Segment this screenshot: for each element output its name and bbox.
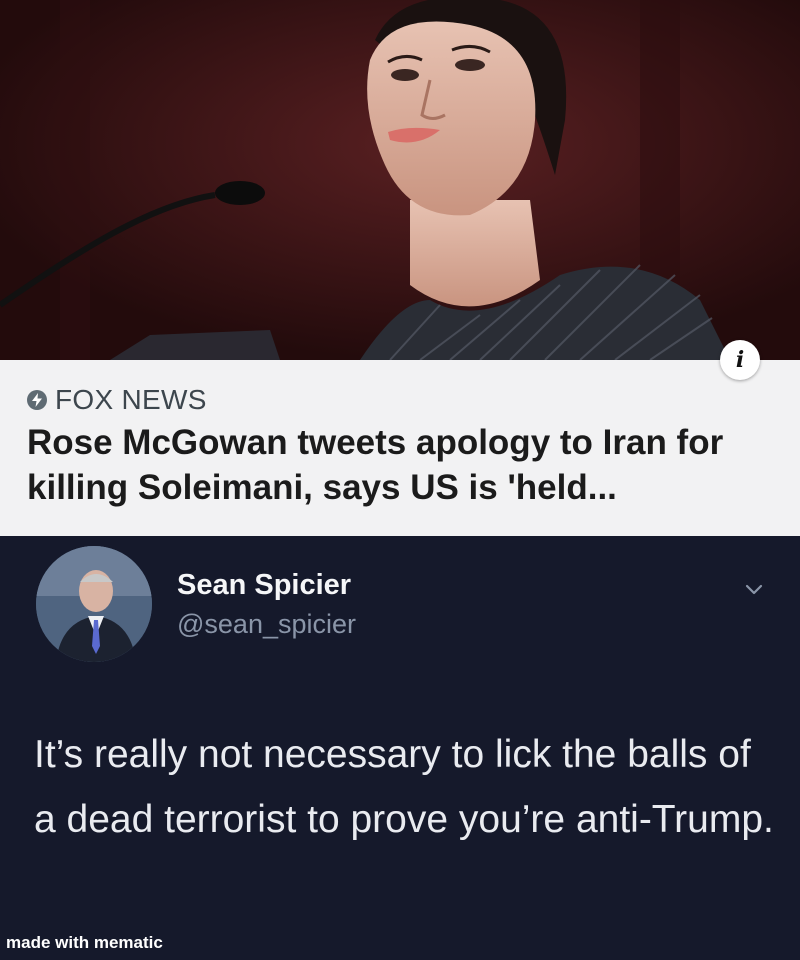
article-source: FOX NEWS [27, 384, 207, 416]
bolt-icon [27, 390, 47, 410]
source-name: FOX NEWS [55, 384, 207, 415]
chevron-down-icon[interactable] [742, 579, 766, 599]
news-link-card[interactable]: i FOX NEWS Rose McGowan tweets apology t… [0, 0, 800, 536]
article-photo [0, 0, 800, 360]
tweet-text: It’s really not necessary to lick the ba… [34, 733, 774, 841]
article-headline[interactable]: Rose McGowan tweets apology to Iran for … [27, 420, 787, 510]
tweet: Sean Spicier @sean_spicier It’s really n… [0, 536, 800, 960]
watermark: made with mematic [6, 933, 163, 952]
display-name[interactable]: Sean Spicier [177, 569, 351, 602]
user-handle[interactable]: @sean_spicier [177, 609, 356, 640]
avatar[interactable] [36, 546, 152, 662]
info-icon[interactable]: i [720, 340, 760, 380]
